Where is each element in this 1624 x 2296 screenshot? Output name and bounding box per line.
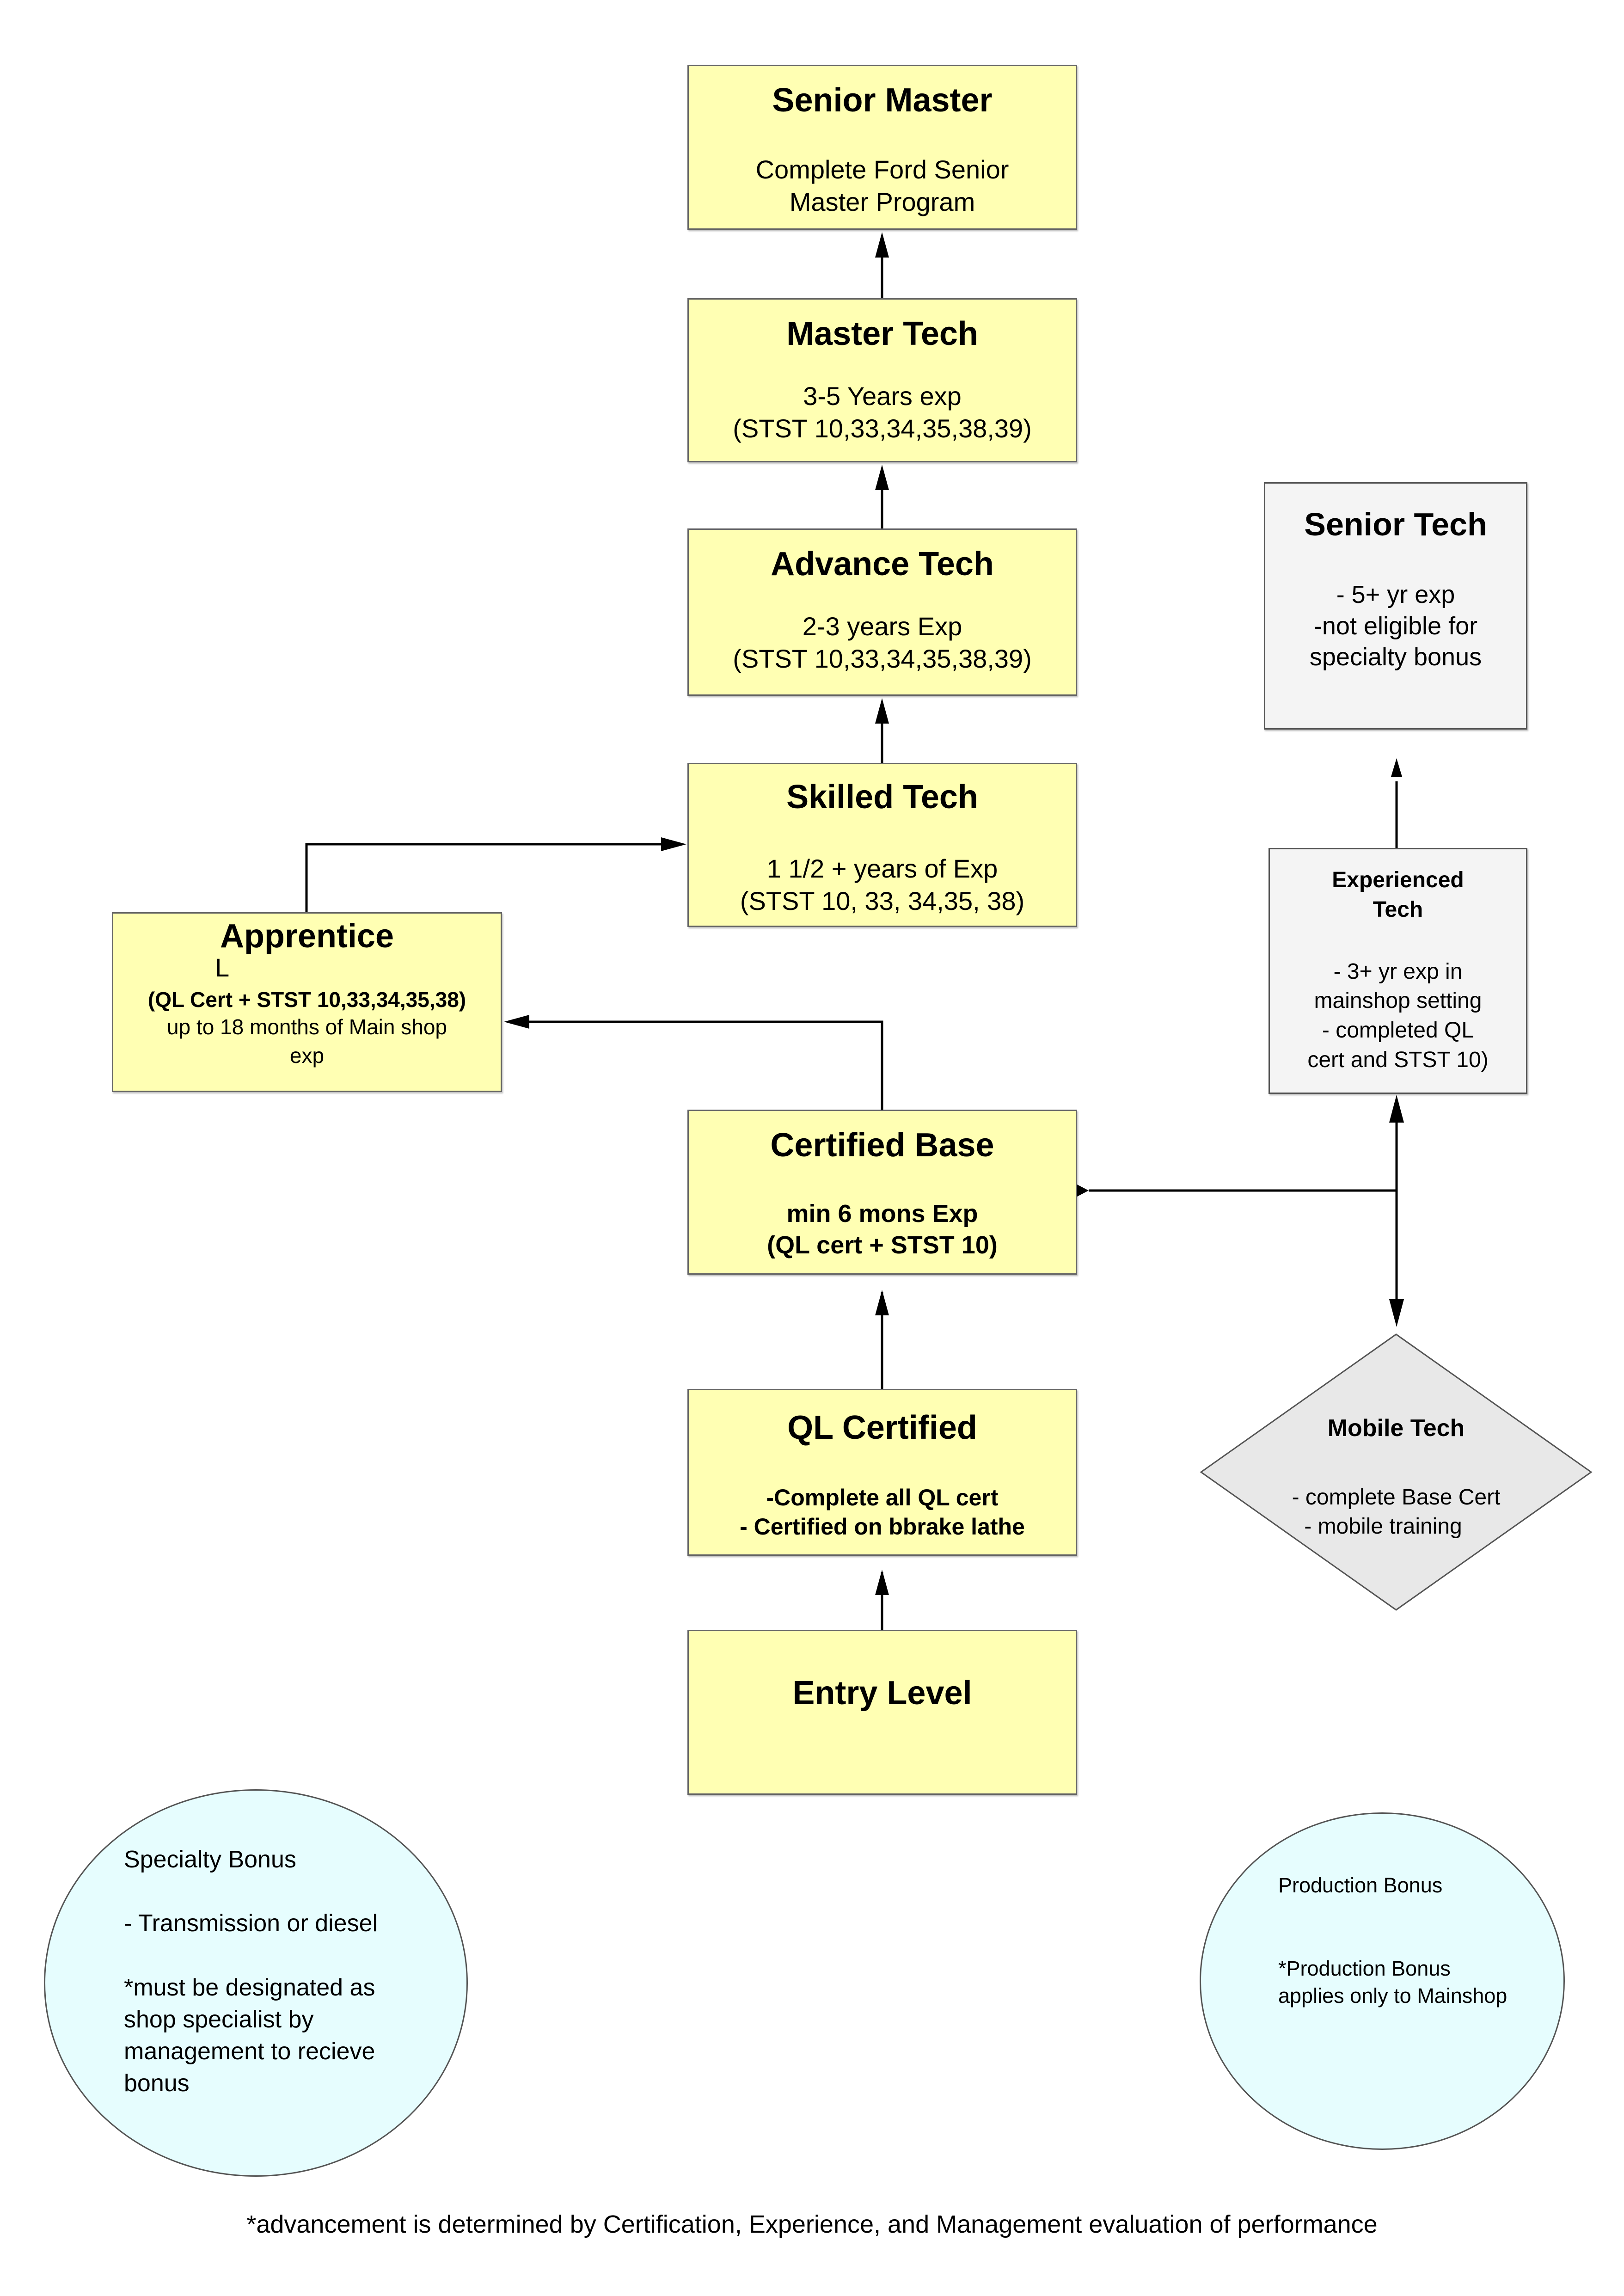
node-description: - 5+ yr exp -not eligible for specialty … (1309, 581, 1482, 671)
arrowhead-left-icon (504, 1015, 529, 1029)
edge-certified-base-to-apprentice (520, 1020, 883, 1110)
node-title: Apprentice (220, 918, 394, 955)
node-advance-tech: Advance Tech 2-3 years Exp (STST 10,33,3… (687, 528, 1077, 696)
node-ql-certified: QL Certified -Complete all QL cert - Cer… (687, 1389, 1077, 1556)
arrowhead-up-icon (875, 1290, 889, 1315)
node-title: Skilled Tech (786, 779, 978, 816)
specialty-bonus-text: Specialty Bonus - Transmission or diesel… (124, 1846, 378, 2097)
node-title: Certified Base (770, 1127, 994, 1164)
arrowhead-up-icon (875, 1570, 889, 1595)
arrowhead-down-icon (1389, 1299, 1404, 1327)
stray-character: L (215, 953, 230, 982)
node-title: Senior Tech (1304, 506, 1487, 542)
arrowhead-up-icon (875, 465, 889, 490)
node-title: Entry Level (792, 1675, 972, 1712)
node-description: 3-5 Years exp (STST 10,33,34,35,38,39) (733, 381, 1032, 443)
node-description: Complete Ford Senior Master Program (755, 155, 1009, 217)
node-experienced-tech: Experienced Tech - 3+ yr exp in mainshop… (1269, 848, 1527, 1094)
specialty-bonus-circle: Specialty Bonus - Transmission or diesel… (44, 1789, 468, 2177)
node-entry-level: Entry Level (687, 1630, 1077, 1795)
node-description: up to 18 months of Main shop exp (166, 1015, 447, 1068)
node-description: - complete Base Cert - mobile training (1292, 1485, 1501, 1539)
node-description: 2-3 years Exp (STST 10,33,34,35,38,39) (733, 612, 1032, 674)
node-description: - 3+ yr exp in mainshop setting - comple… (1307, 959, 1489, 1073)
node-title: Mobile Tech (1327, 1415, 1465, 1442)
node-mobile-tech: Mobile Tech - complete Base Cert - mobil… (1200, 1333, 1593, 1611)
node-apprentice: Apprentice L (QL Cert + STST 10,33,34,35… (112, 912, 502, 1092)
arrowhead-up-icon (1391, 758, 1402, 777)
node-title: QL Certified (787, 1409, 977, 1446)
arrowhead-up-icon (875, 698, 889, 724)
node-master-tech: Master Tech 3-5 Years exp (STST 10,33,34… (687, 298, 1077, 462)
node-description: -Complete all QL cert - Certified on bbr… (740, 1485, 1025, 1540)
node-description: 1 1/2 + years of Exp (STST 10, 33, 34,35… (740, 854, 1025, 916)
node-description: min 6 mons Exp (QL cert + STST 10) (767, 1200, 998, 1259)
production-bonus-circle: Production Bonus *Production Bonus appli… (1200, 1812, 1565, 2150)
node-senior-tech: Senior Tech - 5+ yr exp -not eligible fo… (1264, 482, 1527, 730)
arrowhead-right-icon (1077, 1185, 1089, 1197)
arrowhead-up-icon (1389, 1095, 1404, 1123)
arrowhead-up-icon (875, 232, 889, 258)
arrowhead-right-icon (661, 837, 686, 851)
node-title: Senior Master (772, 82, 993, 119)
node-title: Experienced Tech (1332, 868, 1464, 922)
node-senior-master: Senior Master Complete Ford Senior Maste… (687, 65, 1077, 230)
node-requirement: (QL Cert + STST 10,33,34,35,38) (147, 988, 466, 1012)
node-title: Master Tech (786, 315, 978, 352)
footer-note: *advancement is determined by Certificat… (246, 2210, 1378, 2238)
node-skilled-tech: Skilled Tech 1 1/2 + years of Exp (STST … (687, 763, 1077, 927)
edge-apprentice-to-skilled (305, 843, 670, 912)
production-bonus-text: Production Bonus *Production Bonus appli… (1278, 1873, 1508, 2008)
node-certified-base: Certified Base min 6 mons Exp (QL cert +… (687, 1110, 1077, 1275)
node-title: Advance Tech (771, 546, 994, 583)
